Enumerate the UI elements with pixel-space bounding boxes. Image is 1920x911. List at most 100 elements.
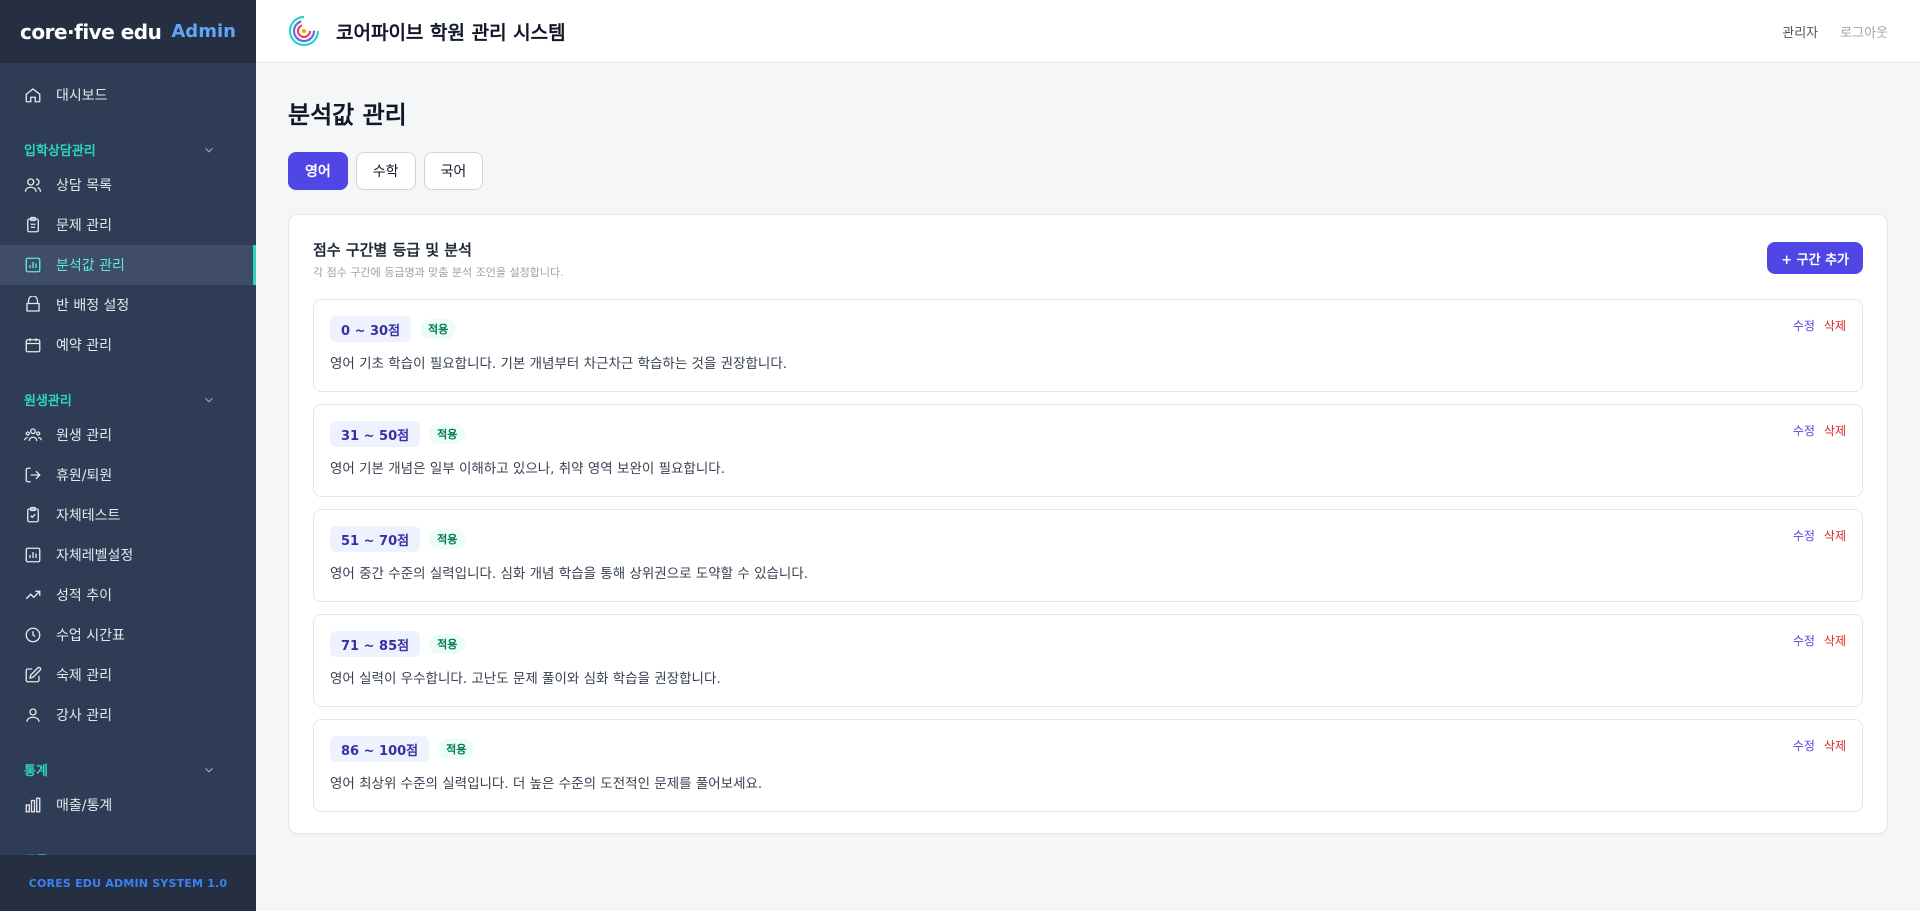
user-icon [24, 706, 42, 724]
sidebar-section-label: 입학상담관리 [24, 144, 96, 159]
sidebar-section-admission[interactable]: 입학상담관리 [0, 115, 256, 165]
list-item: 0 ~ 30점 적용 영어 기초 학습이 필요합니다. 기본 개념부터 차근차근… [313, 299, 1863, 392]
trending-up-icon [24, 586, 42, 604]
main-content: 분석값 관리 영어 수학 국어 점수 구간별 등급 및 분석 각 점수 구간에 … [288, 95, 1888, 834]
sidebar-item-label: 자체레벨설정 [56, 548, 134, 564]
sidebar-item-timetable[interactable]: 수업 시간표 [0, 615, 256, 655]
sidebar-item-question-manage[interactable]: 문제 관리 [0, 205, 256, 245]
edit-icon [24, 666, 42, 684]
range-description: 영어 최상위 수준의 실력입니다. 더 높은 수준의 도전적인 문제를 풀어보세… [330, 776, 763, 792]
score-range-badge: 51 ~ 70점 [330, 526, 421, 552]
sidebar-section-students[interactable]: 원생관리 [0, 365, 256, 415]
edit-button[interactable]: 수정 [1793, 737, 1815, 754]
sidebar-item-label: 강사 관리 [56, 708, 112, 724]
delete-button[interactable]: 삭제 [1824, 422, 1846, 439]
sidebar-section-stats[interactable]: 통계 [0, 735, 256, 785]
clipboard-check-icon [24, 506, 42, 524]
sidebar-item-sales-stats[interactable]: 매출/통계 [0, 785, 256, 825]
clock-icon [24, 626, 42, 644]
delete-button[interactable]: 삭제 [1824, 317, 1846, 334]
box-icon [24, 296, 42, 314]
status-badge: 적용 [420, 319, 457, 339]
calendar-icon [24, 336, 42, 354]
range-description: 영어 중간 수준의 실력입니다. 심화 개념 학습을 통해 상위권으로 도약할 … [330, 566, 809, 582]
tab-korean[interactable]: 국어 [423, 152, 484, 190]
delete-button[interactable]: 삭제 [1824, 737, 1846, 754]
sidebar-item-label: 문제 관리 [56, 218, 112, 234]
sidebar-item-label: 분석값 관리 [56, 258, 125, 274]
sidebar-item-grade-trend[interactable]: 성적 추이 [0, 575, 256, 615]
sidebar-item-consult-list[interactable]: 상담 목록 [0, 165, 256, 205]
sidebar-item-leave[interactable]: 휴원/퇴원 [0, 455, 256, 495]
sidebar-item-label: 반 배정 설정 [56, 298, 130, 314]
range-list: 0 ~ 30점 적용 영어 기초 학습이 필요합니다. 기본 개념부터 차근차근… [313, 299, 1863, 812]
sidebar-item-label: 상담 목록 [56, 178, 112, 194]
card-title: 점수 구간별 등급 및 분석 [313, 241, 472, 259]
chevron-down-icon [202, 393, 216, 407]
range-description: 영어 실력이 우수합니다. 고난도 문제 풀이와 심화 학습을 권장합니다. [330, 671, 721, 687]
sidebar-footer: CORES EDU ADMIN SYSTEM 1.0 [0, 855, 256, 911]
status-badge: 적용 [438, 739, 475, 759]
sidebar-item-label: 대시보드 [56, 88, 108, 104]
edit-button[interactable]: 수정 [1793, 422, 1815, 439]
range-description: 영어 기초 학습이 필요합니다. 기본 개념부터 차근차근 학습하는 것을 권장… [330, 356, 788, 372]
sidebar: core·five edu Admin 대시보드 입학상담관리 상담 목록 문제… [0, 0, 256, 911]
brand-logo: core·five edu [20, 19, 162, 44]
card-subtitle: 각 점수 구간에 등급명과 맞춤 분석 조언을 설정합니다. [313, 266, 564, 279]
sidebar-item-label: 자체테스트 [56, 508, 121, 524]
add-range-button[interactable]: + 구간 추가 [1767, 242, 1863, 274]
sidebar-section-label: 원생관리 [24, 394, 72, 409]
sidebar-item-analysis-manage[interactable]: 분석값 관리 [0, 245, 256, 285]
bar-chart-icon [24, 256, 42, 274]
group-icon [24, 426, 42, 444]
tab-english[interactable]: 영어 [288, 152, 348, 190]
list-item: 86 ~ 100점 적용 영어 최상위 수준의 실력입니다. 더 높은 수준의 … [313, 719, 1863, 812]
status-badge: 적용 [429, 529, 466, 549]
sidebar-item-homework[interactable]: 숙제 관리 [0, 655, 256, 695]
home-icon [24, 86, 42, 104]
logout-link[interactable]: 로그아웃 [1840, 22, 1888, 41]
edit-button[interactable]: 수정 [1793, 527, 1815, 544]
score-range-badge: 31 ~ 50점 [330, 421, 421, 447]
bar-chart-icon [24, 546, 42, 564]
sidebar-item-label: 예약 관리 [56, 338, 112, 354]
sidebar-item-level-setting[interactable]: 자체레벨설정 [0, 535, 256, 575]
chevron-down-icon [202, 763, 216, 777]
sidebar-item-label: 매출/통계 [56, 798, 113, 814]
tab-math[interactable]: 수학 [355, 152, 416, 190]
current-user: 관리자 [1782, 25, 1819, 41]
sidebar-item-class-assign[interactable]: 반 배정 설정 [0, 285, 256, 325]
page-title: 분석값 관리 [288, 101, 407, 129]
list-item: 51 ~ 70점 적용 영어 중간 수준의 실력입니다. 심화 개념 학습을 통… [313, 509, 1863, 602]
sidebar-item-dashboard[interactable]: 대시보드 [0, 75, 256, 115]
sidebar-item-teacher[interactable]: 강사 관리 [0, 695, 256, 735]
status-badge: 적용 [429, 634, 466, 654]
edit-button[interactable]: 수정 [1793, 632, 1815, 649]
delete-button[interactable]: 삭제 [1824, 527, 1846, 544]
subject-tabs: 영어 수학 국어 [288, 152, 1888, 190]
brand[interactable]: core·five edu Admin [0, 0, 256, 63]
sidebar-item-student-manage[interactable]: 원생 관리 [0, 415, 256, 455]
sidebar-nav: 대시보드 입학상담관리 상담 목록 문제 관리 분석값 관리 반 배정 설정 예… [0, 63, 256, 855]
sidebar-item-label: 수업 시간표 [56, 628, 125, 644]
sidebar-item-label: 숙제 관리 [56, 668, 112, 684]
app-title: 코어파이브 학원 관리 시스템 [336, 21, 566, 44]
clipboard-icon [24, 216, 42, 234]
sidebar-item-label: 원생 관리 [56, 428, 112, 444]
sidebar-item-self-test[interactable]: 자체테스트 [0, 495, 256, 535]
edit-button[interactable]: 수정 [1793, 317, 1815, 334]
sidebar-section-tools[interactable]: 도구 [0, 825, 256, 855]
top-header: 코어파이브 학원 관리 시스템 관리자 로그아웃 [256, 0, 1920, 63]
score-range-card: 점수 구간별 등급 및 분석 각 점수 구간에 등급명과 맞춤 분석 조언을 설… [288, 214, 1888, 834]
delete-button[interactable]: 삭제 [1824, 632, 1846, 649]
sidebar-item-reservation[interactable]: 예약 관리 [0, 325, 256, 365]
list-item: 31 ~ 50점 적용 영어 기본 개념은 일부 이해하고 있으나, 취약 영역… [313, 404, 1863, 497]
users-icon [24, 176, 42, 194]
chevron-down-icon [202, 143, 216, 157]
sidebar-item-label: 성적 추이 [56, 588, 112, 604]
range-description: 영어 기본 개념은 일부 이해하고 있으나, 취약 영역 보완이 필요합니다. [330, 461, 725, 477]
logout-icon [24, 466, 42, 484]
status-badge: 적용 [429, 424, 466, 444]
score-range-badge: 0 ~ 30점 [330, 316, 412, 342]
list-item: 71 ~ 85점 적용 영어 실력이 우수합니다. 고난도 문제 풀이와 심화 … [313, 614, 1863, 707]
